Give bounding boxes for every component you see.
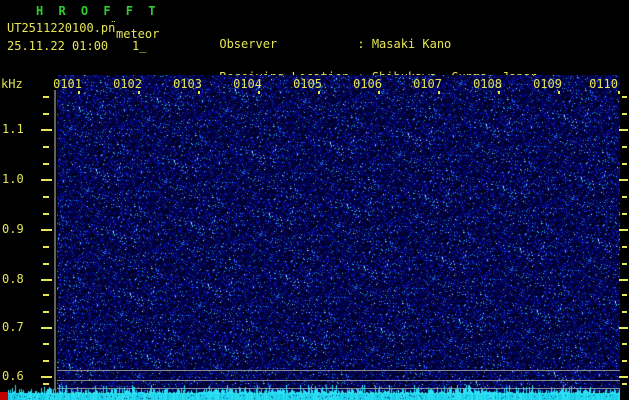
reference-line-middle	[57, 380, 620, 381]
freq-minor-tick	[622, 359, 627, 362]
freq-minor-tick	[622, 310, 627, 313]
time-tick	[498, 91, 500, 94]
freq-minor-tick	[43, 96, 49, 98]
freq-minor-tick	[622, 262, 627, 265]
freq-label: 0.7	[2, 320, 24, 334]
freq-axis-unit: kHz	[1, 77, 23, 91]
freq-axis-line	[54, 90, 56, 390]
freq-major-tick	[619, 179, 628, 181]
time-tick	[438, 91, 440, 94]
time-tick	[378, 91, 380, 94]
time-label: 0110	[589, 77, 618, 91]
freq-minor-tick	[622, 162, 627, 165]
freq-label: 0.9	[2, 222, 24, 236]
time-tick	[198, 91, 200, 94]
info-row-location: Receiving Location: Shibukawa, Gunma, Ja…	[176, 61, 596, 83]
time-label: 0104	[233, 77, 262, 91]
time-label: 0107	[413, 77, 442, 91]
red-corner-marker	[0, 392, 8, 400]
freq-label: 0.6	[2, 369, 24, 383]
freq-major-tick	[619, 229, 628, 231]
freq-minor-tick	[43, 310, 49, 313]
freq-minor-tick	[43, 383, 49, 385]
freq-minor-tick	[622, 112, 627, 115]
freq-minor-tick	[622, 383, 627, 385]
freq-minor-tick	[43, 162, 49, 165]
freq-major-tick	[41, 129, 52, 131]
freq-minor-tick	[43, 112, 49, 115]
info-value: Masaki Kano	[371, 37, 452, 51]
freq-major-tick	[41, 327, 52, 329]
freq-label: 1.1	[2, 122, 24, 136]
freq-label: 0.8	[2, 272, 24, 286]
freq-minor-tick	[622, 246, 627, 248]
time-label: 0101	[53, 77, 82, 91]
freq-minor-tick	[43, 196, 49, 198]
freq-major-tick	[619, 376, 628, 378]
time-label: 0102	[113, 77, 142, 91]
freq-minor-tick	[622, 146, 627, 148]
freq-major-tick	[619, 279, 628, 281]
hrofft-window: H R O F F T UT2511220100.pn ¨ meteor 25.…	[0, 0, 629, 400]
freq-minor-tick	[43, 359, 49, 362]
time-label: 0103	[173, 77, 202, 91]
time-tick	[318, 91, 320, 94]
reference-line-upper	[57, 370, 620, 371]
freq-minor-tick	[622, 212, 627, 215]
time-tick	[258, 91, 260, 94]
freq-major-tick	[619, 129, 628, 131]
time-tick	[78, 91, 80, 94]
time-label: 0109	[533, 77, 562, 91]
freq-minor-tick	[622, 343, 627, 345]
info-separator: :	[357, 37, 372, 51]
spectrogram-canvas	[57, 75, 620, 392]
time-label: 0105	[293, 77, 322, 91]
time-tick	[618, 91, 620, 94]
time-label: 0106	[353, 77, 382, 91]
meteor-count: 1_	[132, 39, 147, 53]
signal-strength-trace	[8, 383, 620, 400]
observation-timestamp: 25.11.22 01:00	[7, 39, 109, 53]
info-label: Observer	[219, 37, 278, 51]
freq-major-tick	[41, 279, 52, 281]
freq-minor-tick	[622, 294, 627, 296]
time-tick	[558, 91, 560, 94]
freq-minor-tick	[43, 262, 49, 265]
freq-major-tick	[619, 327, 628, 329]
time-tick	[138, 91, 140, 94]
freq-minor-tick	[43, 294, 49, 296]
freq-minor-tick	[622, 96, 627, 98]
freq-minor-tick	[43, 343, 49, 345]
freq-minor-tick	[43, 246, 49, 248]
time-label: 0108	[473, 77, 502, 91]
freq-label: 1.0	[2, 172, 24, 186]
freq-major-tick	[41, 179, 52, 181]
freq-minor-tick	[43, 146, 49, 148]
output-filename: UT2511220100.pn	[7, 21, 116, 35]
info-row-observer: Observer: Masaki Kano	[176, 28, 596, 50]
freq-minor-tick	[622, 196, 627, 198]
freq-major-tick	[41, 376, 52, 378]
freq-major-tick	[41, 229, 52, 231]
freq-minor-tick	[43, 212, 49, 215]
app-title: H R O F F T	[36, 4, 160, 18]
